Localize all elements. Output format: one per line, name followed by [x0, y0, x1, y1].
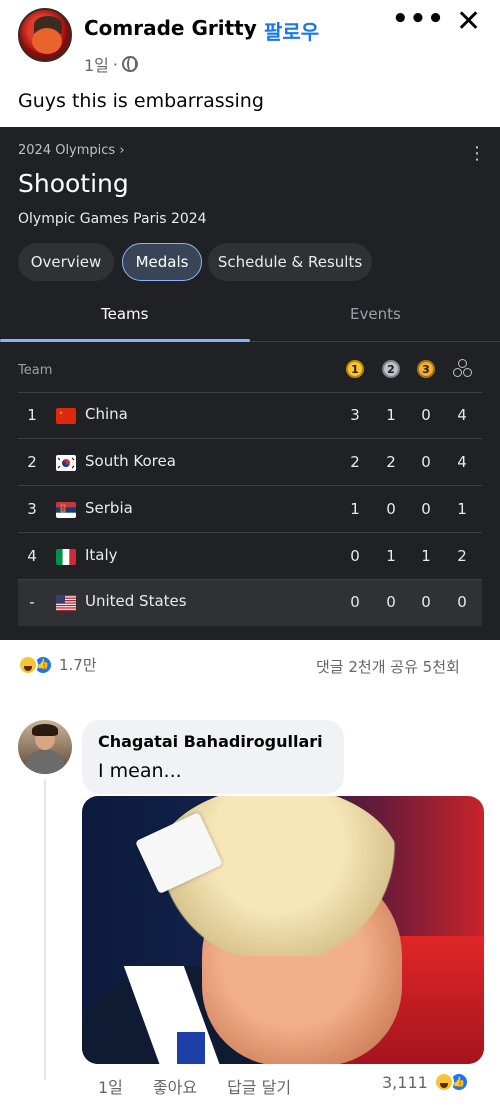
total-count: 4 [457, 406, 467, 424]
serbia-flag-icon [56, 502, 76, 518]
globe-icon [122, 56, 138, 72]
gold-count: 0 [350, 547, 360, 565]
chip-medals: Medals [122, 243, 202, 281]
total-count: 0 [457, 593, 467, 611]
total-count: 1 [457, 500, 467, 518]
tab-indicator [0, 339, 250, 342]
silver-count: 0 [386, 593, 396, 611]
comment-reaction-summary[interactable]: 3,111 👍 [382, 1072, 469, 1092]
commenter-name[interactable]: Chagatai Bahadirogullari [98, 732, 323, 751]
reaction-count: 1.7만 [59, 656, 97, 674]
country-name: China [85, 405, 128, 423]
gold-count: 1 [350, 500, 360, 518]
total-count: 2 [457, 547, 467, 565]
silver-count: 1 [386, 547, 396, 565]
reaction-summary[interactable]: 👍 1.7만 [18, 654, 97, 675]
table-row: 2 South Korea 2 2 0 4 [18, 440, 482, 486]
usa-flag-icon [56, 595, 76, 611]
post-header: Comrade Gritty · 팔로우 1일 · ••• ✕ [0, 0, 500, 82]
rank: - [29, 593, 35, 611]
bronze-count: 0 [421, 453, 431, 471]
comment-actions: 1일 좋아요 답글 달기 [98, 1074, 321, 1098]
menu-icon: ⋮ [468, 143, 486, 164]
bronze-count: 0 [421, 593, 431, 611]
gold-count: 2 [350, 453, 360, 471]
south-korea-flag-icon [56, 455, 76, 471]
table-row: 4 Italy 0 1 1 2 [18, 534, 482, 580]
china-flag-icon [56, 408, 76, 424]
chip-overview: Overview [18, 243, 114, 281]
tab-teams: Teams [101, 305, 149, 323]
comment-reaction-count: 3,111 [382, 1072, 428, 1092]
bronze-count: 1 [421, 547, 431, 565]
silver-count: 1 [386, 406, 396, 424]
meta-dot: · [112, 54, 118, 74]
gold-medal-icon: 1 [346, 360, 364, 378]
country-name: South Korea [85, 452, 176, 470]
silver-medal-icon: 2 [382, 360, 400, 378]
team-column-header: Team [18, 363, 53, 378]
comment-time[interactable]: 1일 [98, 1074, 123, 1098]
tab-events: Events [350, 305, 401, 323]
silver-count: 2 [386, 453, 396, 471]
italy-flag-icon [56, 549, 76, 565]
reply-button[interactable]: 답글 달기 [227, 1074, 291, 1098]
rank: 4 [27, 547, 37, 565]
silver-count: 0 [386, 500, 396, 518]
post-meta: 1일 · [84, 52, 138, 76]
more-options-icon[interactable]: ••• [392, 4, 445, 34]
country-name: Italy [85, 546, 118, 564]
bronze-medal-icon: 3 [417, 360, 435, 378]
separator-dot: · [244, 16, 252, 40]
follow-button[interactable]: 팔로우 [264, 16, 319, 45]
author-avatar[interactable] [18, 8, 72, 62]
rank: 2 [27, 453, 37, 471]
medal-table-screenshot: 2024 Olympics › ⋮ Shooting Olympic Games… [0, 127, 500, 640]
card-subtitle: Olympic Games Paris 2024 [18, 211, 207, 227]
post-stats[interactable]: 댓글 2천개 공유 5천회 [316, 656, 460, 677]
table-row-highlighted: - United States 0 0 0 0 [18, 580, 482, 626]
card-title: Shooting [18, 169, 129, 198]
commenter-avatar[interactable] [18, 720, 72, 774]
comment-bubble: Chagatai Bahadirogullari I mean... [82, 720, 344, 794]
close-icon[interactable]: ✕ [456, 4, 481, 39]
rank: 3 [27, 500, 37, 518]
haha-reaction-icon [18, 654, 38, 675]
haha-reaction-icon [433, 1072, 454, 1092]
like-button[interactable]: 좋아요 [153, 1074, 197, 1098]
country-name: Serbia [85, 499, 133, 517]
comment-photo[interactable] [82, 796, 484, 1064]
total-count: 4 [457, 453, 467, 471]
table-row: 1 China 3 1 0 4 [18, 393, 482, 439]
chip-schedule-results: Schedule & Results [208, 243, 372, 281]
bronze-count: 0 [421, 406, 431, 424]
total-medals-icon [453, 359, 473, 379]
breadcrumb: 2024 Olympics › [18, 143, 125, 158]
gold-count: 0 [350, 593, 360, 611]
thread-line [44, 780, 46, 1080]
rank: 1 [27, 406, 37, 424]
comment-text: I mean... [98, 760, 182, 782]
post-text: Guys this is embarrassing [18, 90, 264, 112]
gold-count: 3 [350, 406, 360, 424]
bronze-count: 0 [421, 500, 431, 518]
table-row: 3 Serbia 1 0 0 1 [18, 487, 482, 533]
country-name: United States [85, 592, 187, 610]
author-name[interactable]: Comrade Gritty [84, 16, 257, 40]
post-time[interactable]: 1일 [84, 52, 109, 76]
